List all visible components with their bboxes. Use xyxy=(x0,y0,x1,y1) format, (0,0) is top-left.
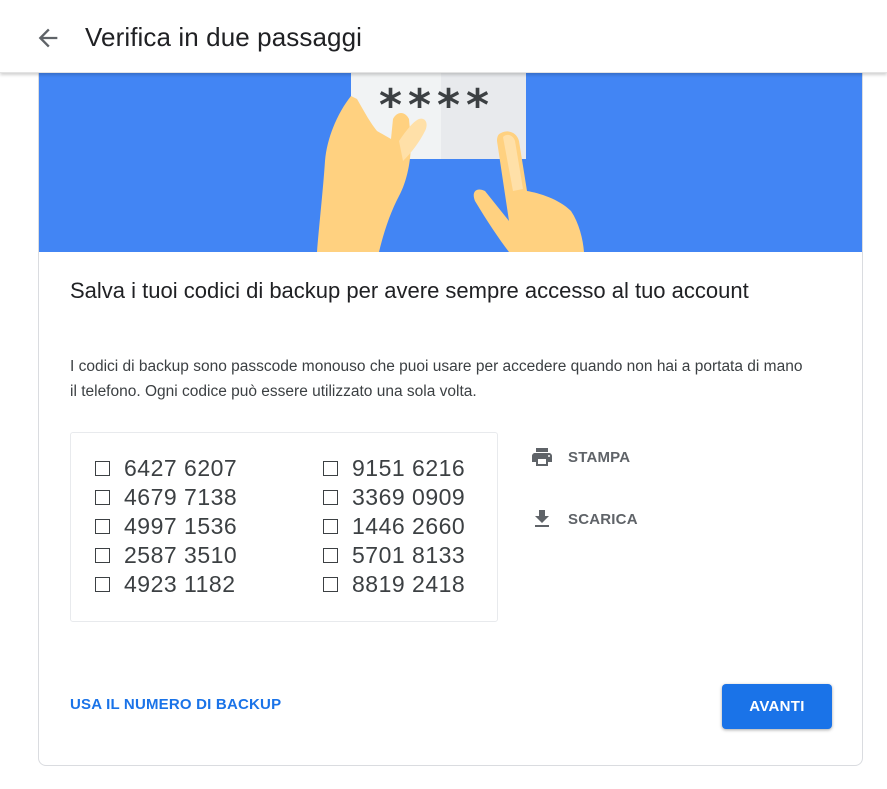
code-checkbox[interactable] xyxy=(323,518,338,534)
print-button[interactable]: STAMPA xyxy=(529,445,630,469)
use-backup-number-link[interactable]: USA IL NUMERO DI BACKUP xyxy=(70,696,281,713)
backup-codes-card: **** Salva i tuoi codici di backup per a… xyxy=(38,40,863,766)
code-checkbox[interactable] xyxy=(323,489,338,505)
backup-code-item[interactable]: 2587 3510 xyxy=(95,541,237,569)
backup-code: 4923 1182 xyxy=(124,570,236,597)
backup-code: 5701 8133 xyxy=(352,541,466,568)
masked-code: **** xyxy=(379,80,495,131)
description-text: I codici di backup sono passcode monouso… xyxy=(70,358,803,400)
code-checkbox[interactable] xyxy=(95,547,110,563)
next-button[interactable]: AVANTI xyxy=(722,684,832,729)
backup-codes-list: 6427 6207 4679 7138 4997 1536 2587 3510 … xyxy=(70,432,498,622)
code-checkbox[interactable] xyxy=(95,489,110,505)
backup-code: 8819 2418 xyxy=(352,570,466,597)
backup-code: 4679 7138 xyxy=(124,483,238,510)
backup-code: 4997 1536 xyxy=(124,512,238,539)
print-label: STAMPA xyxy=(568,448,631,466)
download-button[interactable]: SCARICA xyxy=(529,507,638,531)
arrow-back-icon xyxy=(38,28,58,48)
backup-code: 1446 2660 xyxy=(352,512,466,539)
backup-code: 6427 6207 xyxy=(124,454,238,481)
backup-code-item[interactable]: 8819 2418 xyxy=(323,570,465,598)
code-checkbox[interactable] xyxy=(95,518,110,534)
backup-code-item[interactable]: 4997 1536 xyxy=(95,512,237,540)
code-checkbox[interactable] xyxy=(95,460,110,476)
download-label: SCARICA xyxy=(568,510,638,528)
code-checkbox[interactable] xyxy=(323,547,338,563)
download-icon xyxy=(535,510,549,527)
backup-code-item[interactable]: 3369 0909 xyxy=(323,483,465,511)
backup-code-item[interactable]: 6427 6207 xyxy=(95,454,237,482)
printer-icon xyxy=(532,448,552,466)
backup-code: 2587 3510 xyxy=(124,541,238,568)
code-checkbox[interactable] xyxy=(323,460,338,476)
backup-code: 9151 6216 xyxy=(352,454,466,481)
backup-code-item[interactable]: 4679 7138 xyxy=(95,483,237,511)
code-checkbox[interactable] xyxy=(323,576,338,592)
backup-code-item[interactable]: 9151 6216 xyxy=(323,454,465,482)
page-title: Verifica in due passaggi xyxy=(85,22,363,52)
backup-code: 3369 0909 xyxy=(352,483,466,510)
top-app-bar: Verifica in due passaggi xyxy=(0,0,887,73)
backup-code-item[interactable]: 4923 1182 xyxy=(95,570,236,598)
back-button[interactable] xyxy=(34,24,62,52)
page-heading: Salva i tuoi codici di backup per avere … xyxy=(70,278,749,303)
code-checkbox[interactable] xyxy=(95,576,110,592)
backup-code-item[interactable]: 1446 2660 xyxy=(323,512,465,540)
backup-code-item[interactable]: 5701 8133 xyxy=(323,541,465,569)
